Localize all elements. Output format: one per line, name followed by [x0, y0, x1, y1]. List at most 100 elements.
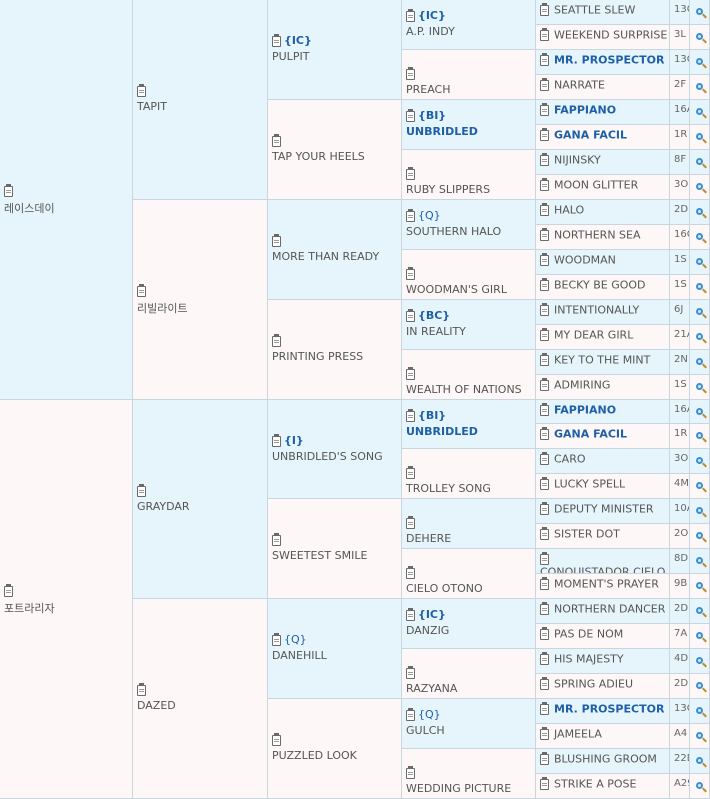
clipboard-icon[interactable] — [540, 327, 549, 341]
horse-entry[interactable]: CIELO OTONO — [406, 565, 483, 595]
horse-name-link[interactable]: PULPIT — [272, 50, 312, 63]
horse-name-link[interactable]: FAPPIANO — [554, 404, 616, 417]
horse-name-link[interactable]: DANZIG — [406, 624, 449, 637]
clipboard-icon[interactable] — [137, 283, 146, 297]
horse-cell-gen3[interactable]: {IC} PULPIT — [268, 0, 402, 100]
horse-cell-gen4[interactable]: {Q} GULCH — [402, 699, 536, 749]
horse-name-link[interactable]: TAP YOUR HEELS — [272, 150, 365, 163]
horse-entry[interactable]: MOMENT'S PRAYER — [540, 576, 659, 591]
horse-entry[interactable]: SPRING ADIEU — [540, 676, 633, 691]
horse-entry[interactable]: {IC} A.P. INDY — [406, 8, 455, 38]
horse-name-link[interactable]: SWEETEST SMILE — [272, 549, 367, 562]
horse-cell-gen5[interactable]: INTENTIONALLY — [536, 300, 670, 325]
horse-name-link[interactable]: MY DEAR GIRL — [554, 329, 633, 342]
clipboard-icon[interactable] — [540, 426, 549, 440]
horse-cell-gen5[interactable]: FAPPIANO — [536, 100, 670, 125]
horse-entry[interactable]: BECKY BE GOOD — [540, 277, 646, 292]
clipboard-icon[interactable] — [540, 526, 549, 540]
horse-name-link[interactable]: GANA FACIL — [554, 129, 627, 142]
horse-entry[interactable]: NORTHERN DANCER — [540, 601, 665, 616]
magnifier-icon[interactable] — [690, 674, 710, 699]
clipboard-icon[interactable] — [540, 402, 549, 416]
clipboard-icon[interactable] — [540, 277, 549, 291]
horse-name-link[interactable]: WEALTH OF NATIONS — [406, 383, 522, 396]
horse-cell-gen5[interactable]: FAPPIANO — [536, 400, 670, 424]
horse-cell-gen5[interactable]: KEY TO THE MINT — [536, 350, 670, 375]
horse-name-link[interactable]: SOUTHERN HALO — [406, 225, 501, 238]
horse-name-link[interactable]: GANA FACIL — [554, 428, 627, 441]
clipboard-icon[interactable] — [406, 208, 415, 222]
horse-entry[interactable]: NARRATE — [540, 77, 605, 92]
magnifier-icon[interactable] — [690, 499, 710, 524]
horse-name-link[interactable]: MOON GLITTER — [554, 179, 638, 192]
horse-cell-gen4[interactable]: {IC} A.P. INDY — [402, 0, 536, 50]
clipboard-icon[interactable] — [406, 607, 415, 621]
horse-entry[interactable]: DEPUTY MINISTER — [540, 501, 654, 516]
horse-cell-gen5[interactable]: SPRING ADIEU — [536, 674, 670, 699]
clipboard-icon[interactable] — [540, 701, 549, 715]
clipboard-icon[interactable] — [540, 601, 549, 615]
horse-entry[interactable]: KEY TO THE MINT — [540, 352, 650, 367]
horse-name-link[interactable]: STRIKE A POSE — [554, 778, 637, 791]
horse-cell-gen1[interactable]: 레이스데이 — [0, 0, 133, 400]
horse-cell-gen2[interactable]: 리빌라이트 — [133, 200, 268, 400]
magnifier-icon[interactable] — [690, 175, 710, 200]
horse-entry[interactable]: SEATTLE SLEW — [540, 2, 635, 17]
clipboard-icon[interactable] — [540, 127, 549, 141]
clipboard-icon[interactable] — [540, 227, 549, 241]
magnifier-icon[interactable] — [690, 424, 710, 449]
horse-name-link[interactable]: DEPUTY MINISTER — [554, 503, 654, 516]
clipboard-icon[interactable] — [540, 2, 549, 16]
horse-name-link[interactable]: PUZZLED LOOK — [272, 749, 357, 762]
horse-entry[interactable]: WEEKEND SURPRISE — [540, 27, 667, 42]
horse-entry[interactable]: RAZYANA — [406, 665, 457, 695]
horse-entry[interactable]: MOON GLITTER — [540, 177, 638, 192]
horse-entry[interactable]: GRAYDAR — [137, 483, 190, 513]
horse-entry[interactable]: RUBY SLIPPERS — [406, 166, 490, 196]
horse-entry[interactable]: {I} UNBRIDLED'S SONG — [272, 433, 383, 463]
magnifier-icon[interactable] — [690, 375, 710, 400]
horse-entry[interactable]: {Q} DANEHILL — [272, 632, 327, 662]
horse-name-link[interactable]: UNBRIDLED — [406, 125, 478, 138]
horse-name-link[interactable]: LUCKY SPELL — [554, 478, 625, 491]
horse-cell-gen4[interactable]: PREACH — [402, 50, 536, 100]
clipboard-icon[interactable] — [4, 583, 13, 597]
horse-entry[interactable]: WEDDING PICTURE — [406, 765, 511, 795]
clipboard-icon[interactable] — [540, 102, 549, 116]
horse-name-link[interactable]: IN REALITY — [406, 325, 466, 338]
clipboard-icon[interactable] — [406, 408, 415, 422]
horse-name-link[interactable]: CONQUISTADOR CIELO — [540, 566, 665, 574]
horse-cell-gen5[interactable]: ADMIRING — [536, 375, 670, 400]
horse-cell-gen4[interactable]: CIELO OTONO — [402, 549, 536, 599]
clipboard-icon[interactable] — [406, 366, 415, 380]
clipboard-icon[interactable] — [406, 515, 415, 529]
horse-cell-gen4[interactable]: WEALTH OF NATIONS — [402, 350, 536, 400]
clipboard-icon[interactable] — [272, 133, 281, 147]
horse-name-link[interactable]: WEEKEND SURPRISE — [554, 29, 667, 42]
magnifier-icon[interactable] — [690, 549, 710, 574]
horse-name-link[interactable]: SPRING ADIEU — [554, 678, 633, 691]
horse-cell-gen5[interactable]: STRIKE A POSE — [536, 774, 670, 799]
clipboard-icon[interactable] — [406, 166, 415, 180]
horse-entry[interactable]: DEHERE — [406, 515, 451, 545]
clipboard-icon[interactable] — [540, 302, 549, 316]
horse-name-link[interactable]: RUBY SLIPPERS — [406, 183, 490, 196]
horse-name-link[interactable]: HIS MAJESTY — [554, 653, 624, 666]
magnifier-icon[interactable] — [690, 0, 710, 25]
clipboard-icon[interactable] — [272, 532, 281, 546]
horse-name-link[interactable]: MR. PROSPECTOR — [554, 703, 664, 716]
horse-entry[interactable]: INTENTIONALLY — [540, 302, 639, 317]
magnifier-icon[interactable] — [690, 624, 710, 649]
horse-name-link[interactable]: WOODMAN'S GIRL — [406, 283, 507, 296]
horse-cell-gen5[interactable]: SISTER DOT — [536, 524, 670, 549]
horse-cell-gen4[interactable]: {BI} UNBRIDLED — [402, 400, 536, 449]
clipboard-icon[interactable] — [540, 476, 549, 490]
clipboard-icon[interactable] — [540, 501, 549, 515]
clipboard-icon[interactable] — [540, 352, 549, 366]
magnifier-icon[interactable] — [690, 325, 710, 350]
clipboard-icon[interactable] — [406, 665, 415, 679]
magnifier-icon[interactable] — [690, 200, 710, 225]
horse-name-link[interactable]: RAZYANA — [406, 682, 457, 695]
horse-name-link[interactable]: NARRATE — [554, 79, 605, 92]
magnifier-icon[interactable] — [690, 774, 710, 799]
